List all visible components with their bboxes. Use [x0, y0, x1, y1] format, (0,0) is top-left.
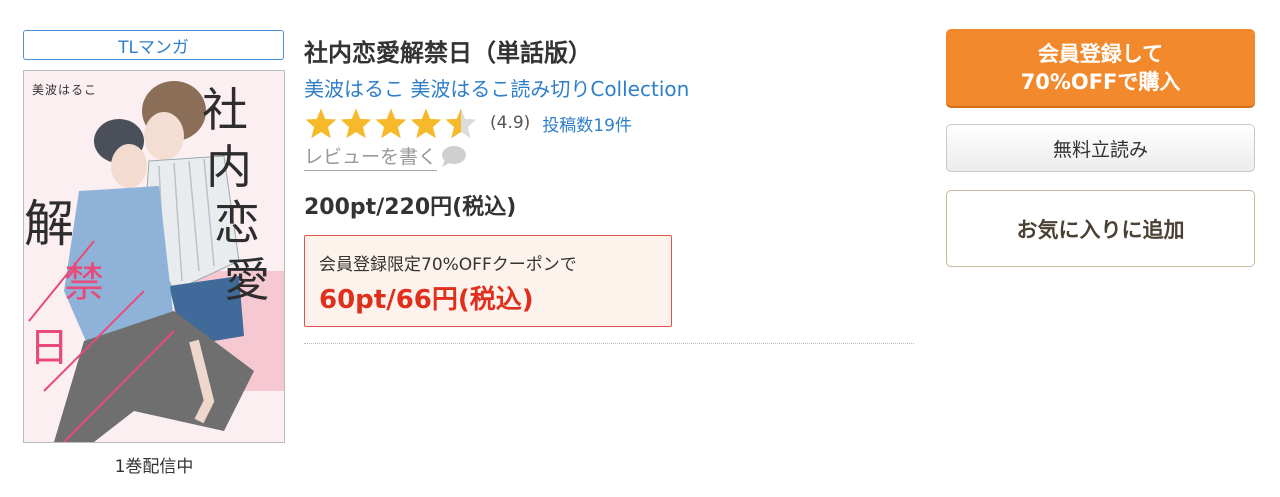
svg-text:解: 解: [24, 195, 74, 253]
svg-text:内: 内: [206, 140, 252, 194]
half-star-icon: [444, 107, 478, 139]
svg-text:愛: 愛: [224, 253, 270, 307]
register-buy-button[interactable]: 会員登録して 70%OFFで購入: [946, 29, 1255, 106]
buy-button-line2: 70%OFFで購入: [1020, 69, 1181, 94]
svg-text:社: 社: [202, 83, 248, 137]
free-read-button[interactable]: 無料立読み: [946, 124, 1255, 172]
rating-value: (4.9): [490, 113, 531, 133]
add-favorite-button[interactable]: お気に入りに追加: [946, 190, 1255, 267]
write-review-label: レビューを書く: [304, 142, 438, 171]
cover-author-text: 美波はるこ: [32, 83, 98, 97]
buy-button-line1: 会員登録して: [1037, 41, 1164, 66]
star-icon: [374, 107, 408, 139]
star-icon: [339, 107, 373, 139]
coupon-box: 会員登録限定70%OFFクーポンで 60pt/66円(税込): [304, 235, 672, 327]
cover-image[interactable]: 社 内 恋 愛 解 禁 日 美波はるこ: [23, 70, 285, 443]
author-row: 美波はるこ 美波はるこ読み切りCollection: [304, 73, 689, 102]
speech-bubble-icon: [442, 145, 467, 167]
star-rating: [304, 107, 478, 139]
write-review-link[interactable]: レビューを書く: [304, 142, 467, 171]
series-link[interactable]: 美波はるこ読み切りCollection: [410, 77, 689, 101]
author-link[interactable]: 美波はるこ: [304, 77, 404, 101]
price: 200pt/220円(税込): [304, 195, 517, 220]
star-icon: [304, 107, 338, 139]
star-icon: [409, 107, 443, 139]
divider: [304, 343, 914, 344]
coupon-label: 会員登録限定70%OFFクーポンで: [319, 255, 577, 275]
page-title: 社内恋愛解禁日（単話版）: [304, 39, 592, 67]
coupon-price: 60pt/66円(税込): [319, 285, 534, 315]
svg-text:恋: 恋: [214, 196, 260, 250]
genre-tag[interactable]: TLマンガ: [23, 30, 284, 60]
volume-status: 1巻配信中: [114, 457, 194, 477]
svg-text:日: 日: [29, 325, 69, 371]
svg-text:禁: 禁: [64, 260, 104, 306]
review-count-link[interactable]: 投稿数19件: [542, 111, 632, 136]
cover-illustration: 社 内 恋 愛 解 禁 日: [24, 71, 284, 442]
rating-row: (4.9) 投稿数19件: [304, 106, 632, 140]
